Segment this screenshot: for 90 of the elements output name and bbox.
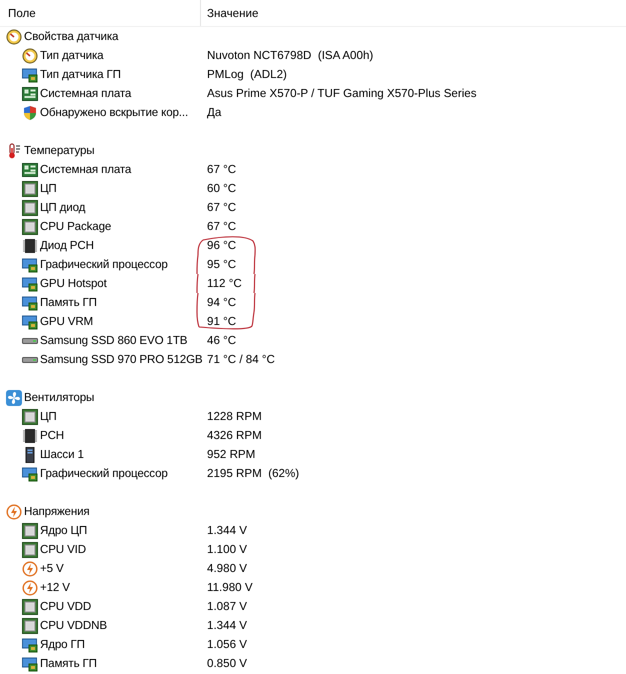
sensor-label: GPU VRM xyxy=(40,315,94,328)
processor-icon xyxy=(22,200,38,216)
sensor-value: 11.980 V xyxy=(207,581,253,594)
drive-icon xyxy=(22,338,38,344)
drive-icon xyxy=(22,356,38,362)
group-title: Свойства датчика xyxy=(24,30,118,43)
sensor-value: 1.087 V xyxy=(207,600,247,613)
gauge-icon xyxy=(6,28,22,44)
sensor-label: CPU VDD xyxy=(40,600,92,613)
sensor-label: Графический процессор xyxy=(40,467,168,480)
sensor-value: 1.100 V xyxy=(207,543,247,556)
gauge-icon xyxy=(22,48,38,64)
sensor-label: Ядро ГП xyxy=(40,638,85,651)
sensor-label: Обнаружено вскрытие кор... xyxy=(40,106,188,119)
chip-icon xyxy=(22,238,38,254)
sensor-label: Память ГП xyxy=(40,296,97,309)
monitor-icon xyxy=(22,314,38,330)
sensor-value: 60 °C xyxy=(207,182,236,195)
sensor-value: 67 °C xyxy=(207,220,236,233)
sensor-label: Диод PCH xyxy=(40,239,94,252)
lightning-icon xyxy=(22,580,38,596)
sensor-label: Память ГП xyxy=(40,657,97,670)
motherboard-icon xyxy=(22,162,38,178)
sensor-value: 91 °C xyxy=(207,315,236,328)
monitor-icon xyxy=(22,466,38,482)
sensor-label: CPU Package xyxy=(40,220,112,233)
lightning-icon xyxy=(22,560,38,576)
sensor-label: ЦП xyxy=(40,182,57,195)
lightning-icon xyxy=(6,504,22,520)
chip-icon xyxy=(22,428,38,444)
group-title: Вентиляторы xyxy=(24,391,94,404)
monitor-icon xyxy=(22,276,38,292)
sensor-value: 94 °C xyxy=(207,296,236,309)
sensor-value: 4326 RPM xyxy=(207,429,262,442)
sensor-value: 952 RPM xyxy=(207,448,256,461)
processor-icon xyxy=(22,542,38,558)
sensor-label: Тип датчика xyxy=(40,49,104,62)
sensor-value: Asus Prime X570-P / TUF Gaming X570-Plus Series xyxy=(207,87,477,100)
processor-icon xyxy=(22,618,38,634)
column-header[interactable]: Значение xyxy=(201,0,626,26)
sensor-label: Системная плата xyxy=(40,163,132,176)
sensor-value: PMLog (ADL2) xyxy=(207,68,287,81)
sensor-value: 112 °C xyxy=(207,277,242,290)
sensor-label: ЦП диод xyxy=(40,201,86,214)
sensor-label: Samsung SSD 970 PRO 512GB xyxy=(40,353,203,366)
sensor-value: 2195 RPM (62%) xyxy=(207,467,300,480)
processor-icon xyxy=(22,408,38,424)
sensor-label: GPU Hotspot xyxy=(40,277,107,290)
processor-icon xyxy=(22,598,38,614)
monitor-icon xyxy=(22,66,38,82)
monitor-icon xyxy=(22,256,38,272)
processor-icon xyxy=(22,218,38,234)
sensor-value: Да xyxy=(207,106,222,119)
shield-icon xyxy=(22,104,38,120)
sensor-value: 67 °C xyxy=(207,201,236,214)
sensor-value: 1.056 V xyxy=(207,638,247,651)
sensor-label: ЦП xyxy=(40,410,57,423)
sensor-label: Samsung SSD 860 EVO 1TB xyxy=(40,334,188,347)
sensor-label: Шасси 1 xyxy=(40,448,84,461)
sensor-value: 95 °C xyxy=(207,258,236,271)
sensor-label: CPU VDDNB xyxy=(40,619,107,632)
sensor-label: Системная плата xyxy=(40,87,132,100)
group-title: Напряжения xyxy=(24,505,90,518)
sensor-label: Ядро ЦП xyxy=(40,524,88,537)
sensor-value: 46 °C xyxy=(207,334,236,347)
monitor-icon xyxy=(22,636,38,652)
sensor-value: 96 °C xyxy=(207,239,236,252)
processor-icon xyxy=(22,522,38,538)
sensor-label: Графический процессор xyxy=(40,258,168,271)
column-header[interactable]: Поле xyxy=(0,0,201,26)
sensor-value: 4.980 V xyxy=(207,562,247,575)
monitor-icon xyxy=(22,656,38,672)
sensor-label: PCH xyxy=(40,429,64,442)
sensor-label: +5 V xyxy=(40,562,64,575)
monitor-icon xyxy=(22,294,38,310)
thermometer-icon xyxy=(6,142,22,158)
sensor-value: 1.344 V xyxy=(207,619,247,632)
sensor-label: +12 V xyxy=(40,581,70,594)
sensor-value: 1.344 V xyxy=(207,524,247,537)
sensor-value: 71 °C / 84 °C xyxy=(207,353,275,366)
sensor-value: 1228 RPM xyxy=(207,410,262,423)
sensor-label: CPU VID xyxy=(40,543,86,556)
processor-icon xyxy=(22,180,38,196)
sensor-value: 67 °C xyxy=(207,163,236,176)
motherboard-icon xyxy=(22,86,38,102)
fan-icon xyxy=(6,390,22,406)
sensor-label: Тип датчика ГП xyxy=(40,68,121,81)
sensor-value: 0.850 V xyxy=(207,657,247,670)
group-title: Температуры xyxy=(24,144,94,157)
sensor-value: Nuvoton NCT6798D (ISA A00h) xyxy=(207,49,374,62)
